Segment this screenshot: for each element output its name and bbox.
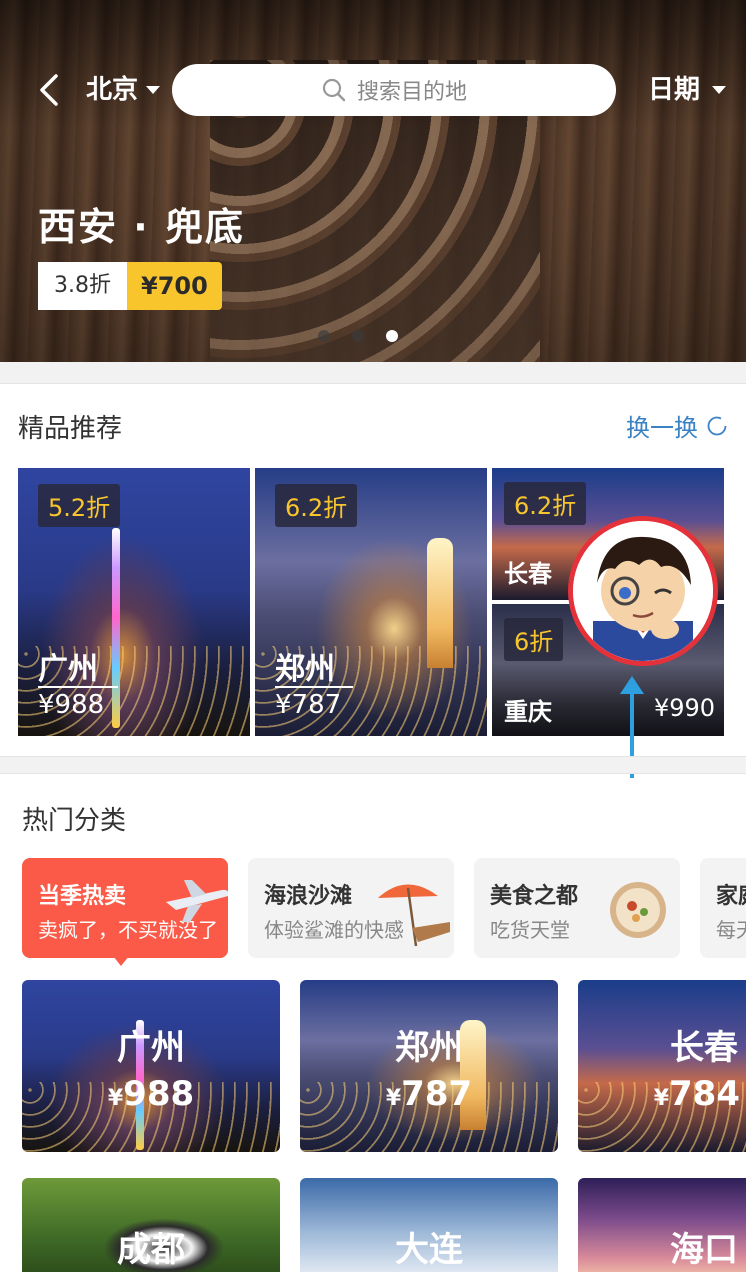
back-button[interactable]: [36, 72, 66, 108]
featured-city: 重庆: [504, 698, 552, 726]
destination-city: 大连: [395, 1230, 463, 1270]
city-selector[interactable]: 北京: [86, 72, 161, 108]
category-subtitle: 吃货天堂: [490, 918, 570, 942]
hot-section-title: 热门分类: [22, 806, 127, 836]
category-title: 家庭: [716, 884, 746, 909]
featured-price: ¥990: [654, 694, 716, 722]
destination-city: 海口: [670, 1230, 738, 1270]
beach-umbrella-icon: [378, 884, 450, 947]
destination-city: 广州: [117, 1028, 185, 1068]
destination-city: 郑州: [395, 1028, 463, 1068]
refresh-icon: [707, 416, 727, 435]
destination-card[interactable]: 大连: [300, 1178, 558, 1272]
date-selector[interactable]: 日期: [648, 72, 727, 108]
destination-city: 成都: [117, 1230, 185, 1270]
category-tab[interactable]: 海浪沙滩 体验鲨滩的快感: [248, 858, 454, 958]
featured-section-title: 精品推荐: [18, 414, 123, 444]
cartoon-avatar-icon: [573, 521, 713, 661]
destination-card[interactable]: 成都: [22, 1178, 280, 1272]
banner-discount: 3.8折: [38, 262, 127, 310]
refresh-button[interactable]: 换一换: [626, 408, 728, 443]
destination-card[interactable]: 长春 ¥784: [578, 980, 746, 1152]
chevron-left-icon: [40, 74, 58, 106]
discount-badge: 6.2折: [275, 484, 358, 527]
discount-badge: 5.2折: [38, 484, 121, 527]
refresh-label: 换一换: [626, 414, 698, 442]
tower-building: [427, 538, 453, 668]
featured-card[interactable]: 5.2折 广州 ¥988: [18, 468, 250, 736]
banner-price-tag: 3.8折 ¥700: [38, 262, 222, 310]
airplane-icon: [166, 880, 228, 922]
hero-banner[interactable]: 北京 搜索目的地 日期 西安 · 兜底 3.8折 ¥700: [0, 0, 746, 362]
featured-city: 郑州: [275, 652, 335, 687]
banner-price: ¥700: [127, 262, 222, 310]
destination-price: ¥784: [653, 1074, 740, 1114]
featured-city: 广州: [38, 652, 98, 687]
destination-price: ¥988: [107, 1074, 195, 1114]
carousel-dot-active[interactable]: [386, 330, 398, 342]
category-title: 海浪沙滩: [264, 884, 353, 909]
carousel-dot[interactable]: [352, 330, 364, 342]
featured-city: 长春: [504, 560, 552, 588]
date-label: 日期: [648, 75, 701, 105]
discount-badge: 6折: [504, 618, 564, 661]
avatar[interactable]: [568, 516, 718, 666]
section-divider: [0, 362, 746, 384]
search-input[interactable]: 搜索目的地: [172, 64, 616, 116]
city-label: 北京: [86, 75, 139, 105]
destination-city: 长春: [670, 1028, 738, 1068]
category-title: 当季热卖: [38, 884, 127, 909]
carousel-dot[interactable]: [318, 330, 330, 342]
category-tab-active[interactable]: 当季热卖 卖疯了，不买就没了: [22, 858, 228, 958]
caret-down-icon: [146, 86, 161, 94]
category-title: 美食之都: [490, 884, 579, 909]
featured-price: ¥787: [275, 690, 342, 720]
food-bowl-icon: [610, 882, 666, 938]
search-icon: [322, 78, 346, 102]
featured-price: ¥988: [38, 690, 105, 720]
destination-price: ¥787: [385, 1074, 473, 1114]
destination-card[interactable]: 郑州 ¥787: [300, 980, 558, 1152]
destination-card[interactable]: 广州 ¥988: [22, 980, 280, 1152]
category-subtitle: 每天: [716, 918, 746, 942]
destination-card[interactable]: 海口: [578, 1178, 746, 1272]
category-tab[interactable]: 家庭 每天: [700, 858, 746, 958]
section-divider: [0, 756, 746, 774]
category-tab[interactable]: 美食之都 吃货天堂: [474, 858, 680, 958]
canton-tower: [112, 528, 120, 728]
caret-down-icon: [712, 86, 727, 94]
banner-title: 西安 · 兜底: [38, 205, 245, 249]
discount-badge: 6.2折: [504, 482, 587, 525]
carousel-indicator: [318, 330, 398, 342]
featured-card[interactable]: 6.2折 郑州 ¥787: [255, 468, 487, 736]
active-tab-pointer: [113, 956, 129, 966]
search-placeholder: 搜索目的地: [356, 80, 467, 105]
top-bar: 北京 搜索目的地 日期: [0, 62, 746, 118]
